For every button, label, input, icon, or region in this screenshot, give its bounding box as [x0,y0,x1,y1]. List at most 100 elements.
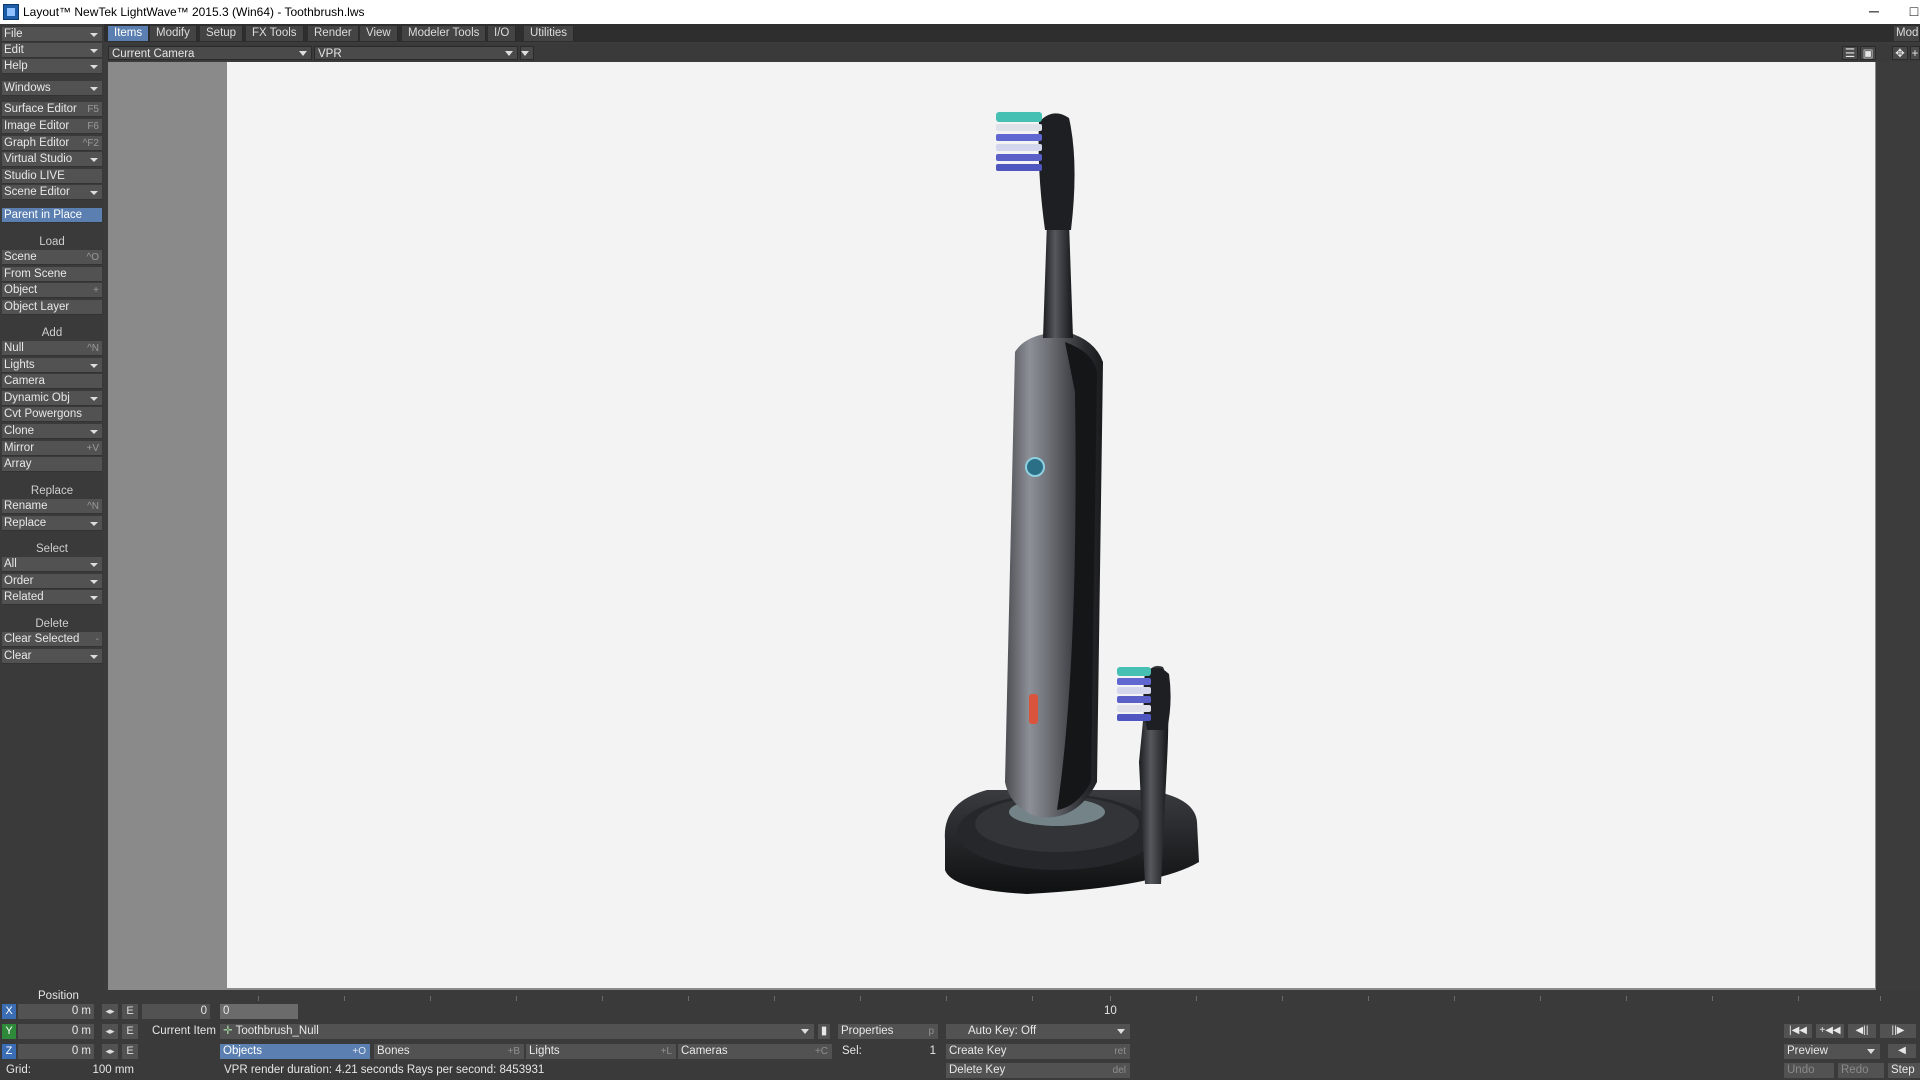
surface-editor-button[interactable]: Surface Editor F5 [2,102,102,117]
position-x-input[interactable]: 0 m [18,1004,94,1019]
auto-key-select[interactable]: Auto Key: Off [946,1024,1130,1039]
virtual-studio-menu[interactable]: Virtual Studio [2,152,102,167]
load-object-button[interactable]: Object + [2,283,102,298]
viewport-render-mode-select[interactable]: VPR [314,46,518,60]
viewport-camera-select[interactable]: Current Camera [108,46,312,60]
add-null-button[interactable]: Null ^N [2,341,102,356]
maximize-button[interactable]: □ [1894,0,1920,24]
clear-selected-button[interactable]: Clear Selected - [2,632,102,647]
load-object-layer-button[interactable]: Object Layer [2,300,102,315]
objects-filter-button[interactable]: Objects +O [220,1044,370,1059]
tab-items[interactable]: Items [108,26,150,41]
envelope-z-button[interactable]: E [122,1044,138,1059]
window-title-bar: Layout™ NewTek LightWave™ 2015.3 (Win64)… [0,0,1920,24]
clone-menu[interactable]: Clone [2,424,102,439]
array-button[interactable]: Array [2,457,102,472]
viewport-list-icon[interactable]: ☰ [1842,46,1858,60]
cameras-filter-button[interactable]: Cameras +C [678,1044,832,1059]
viewport-zoom-icon[interactable]: + [1910,46,1920,60]
delete-key-button[interactable]: Delete Key del [946,1063,1130,1078]
timeline-tick [1626,996,1627,1001]
load-scene-button[interactable]: Scene ^O [2,250,102,265]
current-item-select[interactable]: ✛ Toothbrush_Null [220,1024,814,1039]
viewport-move-icon[interactable]: ✥ [1892,46,1908,60]
chevron-down-icon [90,65,98,69]
tab-utilities[interactable]: Utilities [524,26,575,41]
grid-label: Grid: [6,1064,31,1076]
toothbrush-render [944,112,1199,894]
envelope-x-button[interactable]: E [122,1004,138,1019]
select-related-menu[interactable]: Related [2,590,102,605]
chevron-down-icon [90,397,98,401]
redo-button[interactable]: Redo [1838,1063,1884,1078]
viewport-options-dropdown[interactable] [520,46,534,60]
parent-in-place-toggle[interactable]: Parent in Place [2,208,102,223]
add-section-header: Add [41,327,63,339]
timeline-slider-handle[interactable]: 0 [220,1004,298,1019]
load-from-scene-button[interactable]: From Scene [2,267,102,282]
add-dynamic-obj-menu[interactable]: Dynamic Obj [2,391,102,406]
drag-arrows-icon[interactable]: ◂▸ [102,1004,118,1019]
timeline-tick [1282,996,1283,1001]
lights-filter-button[interactable]: Lights +L [526,1044,676,1059]
cvt-powergons-button[interactable]: Cvt Powergons [2,407,102,422]
tab-io[interactable]: I/O [488,26,517,41]
current-item-label: Current Item [152,1025,216,1037]
chevron-down-icon [90,430,98,434]
drag-arrows-icon[interactable]: ◂▸ [102,1024,118,1039]
rename-button[interactable]: Rename ^N [2,499,102,514]
step-back-icon[interactable]: ◀ [1888,1044,1916,1058]
help-menu[interactable]: Help [2,59,102,74]
position-z-input[interactable]: 0 m [18,1044,94,1059]
viewport-maximize-icon[interactable]: ▣ [1860,46,1876,60]
file-menu[interactable]: File [2,27,102,42]
add-lights-menu[interactable]: Lights [2,358,102,373]
select-all-menu[interactable]: All [2,557,102,572]
tab-setup[interactable]: Setup [200,26,244,41]
play-reverse-icon[interactable]: ◀|| [1848,1024,1876,1038]
add-camera-button[interactable]: Camera [2,374,102,389]
tab-modify[interactable]: Modify [150,26,197,41]
lightwave-app-icon [3,4,19,20]
tab-view[interactable]: View [360,26,398,41]
studio-live-button[interactable]: Studio LIVE [2,169,102,184]
replace-menu[interactable]: Replace [2,516,102,531]
timeline-tick [1368,996,1369,1001]
windows-menu[interactable]: Windows [2,81,102,96]
position-y-input[interactable]: 0 m [18,1024,94,1039]
clear-menu[interactable]: Clear [2,649,102,664]
envelope-y-button[interactable]: E [122,1024,138,1039]
viewport-render[interactable] [227,62,1875,988]
graph-editor-button[interactable]: Graph Editor ^F2 [2,136,102,151]
chevron-down-icon [90,158,98,162]
go-to-start-icon[interactable]: |◀◀ [1784,1024,1812,1038]
position-label: Position [38,990,79,1002]
select-order-menu[interactable]: Order [2,574,102,589]
scene-editor-menu[interactable]: Scene Editor [2,185,102,200]
previous-key-icon[interactable]: +◀◀ [1816,1024,1844,1038]
chevron-down-icon [90,522,98,526]
undo-button[interactable]: Undo [1784,1063,1834,1078]
drag-arrows-icon[interactable]: ◂▸ [102,1044,118,1059]
tab-render[interactable]: Render [308,26,359,41]
preview-select[interactable]: Preview [1784,1044,1880,1059]
tab-fx-tools[interactable]: FX Tools [246,26,304,41]
edit-menu[interactable]: Edit [2,43,102,58]
timeline[interactable] [108,993,1920,1007]
play-forward-icon[interactable]: ||▶ [1880,1024,1916,1038]
step-button[interactable]: Step [1888,1063,1920,1078]
create-key-button[interactable]: Create Key ret [946,1044,1130,1059]
timeline-tick [1880,996,1881,1001]
tab-modeler[interactable]: Mod [1894,26,1920,41]
timeline-tick [1712,996,1713,1001]
image-editor-button[interactable]: Image Editor F6 [2,119,102,134]
mirror-button[interactable]: Mirror +V [2,441,102,456]
bones-filter-button[interactable]: Bones +B [374,1044,524,1059]
x-axis-label: X [2,1004,16,1019]
timeline-end-label: 10 [1104,1005,1117,1017]
minimize-button[interactable]: ─ [1854,0,1894,24]
properties-button[interactable]: Properties p [838,1024,938,1039]
current-frame-input[interactable]: 0 [142,1004,210,1019]
item-pin-icon[interactable]: ▮ [818,1024,830,1039]
tab-modeler-tools[interactable]: Modeler Tools [402,26,487,41]
